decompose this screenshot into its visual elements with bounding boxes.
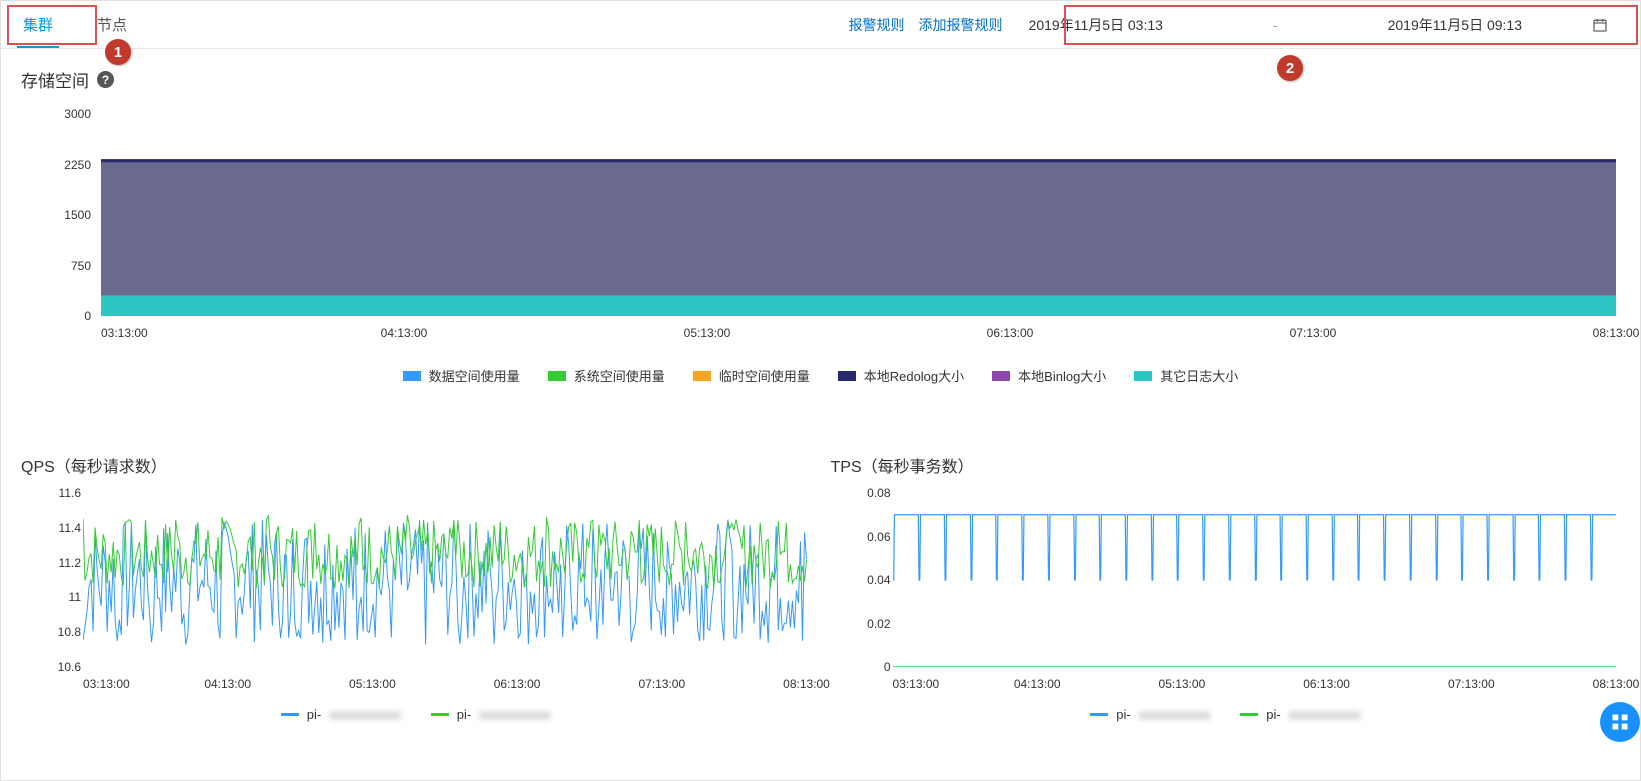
date-dash: - xyxy=(1273,17,1278,33)
help-icon[interactable]: ? xyxy=(97,71,114,88)
storage-legend: 数据空间使用量 系统空间使用量 临时空间使用量 本地Redolog大小 本地Binlog… xyxy=(21,366,1620,385)
qps-axes: 10.610.81111.211.411.603:13:0004:13:0005… xyxy=(83,493,807,667)
date-to: 2019年11月5日 09:13 xyxy=(1388,15,1522,35)
qps-legend: pi-xxxxxxxxxxx pi-xxxxxxxxxxx xyxy=(21,707,811,722)
qps-title: QPS（每秒请求数） xyxy=(21,453,811,477)
tps-title: TPS（每秒事务数） xyxy=(831,453,1621,477)
storage-title-row: 存储空间 ? xyxy=(21,67,1620,92)
storage-legend-item[interactable]: 临时空间使用量 xyxy=(693,366,810,385)
date-range-picker[interactable]: 2019年11月5日 03:13 - 2019年11月5日 09:13 xyxy=(1017,10,1620,40)
storage-title: 存储空间 xyxy=(21,67,89,92)
date-from: 2019年11月5日 03:13 xyxy=(1029,15,1163,35)
annotation-badge-2: 2 xyxy=(1277,55,1303,81)
grid-icon xyxy=(1610,712,1630,732)
storage-chart: 075015002250300003:13:0004:13:0005:13:00… xyxy=(21,100,1620,360)
storage-legend-item[interactable]: 其它日志大小 xyxy=(1134,366,1238,385)
qps-chart: QPS（每秒请求数） 10.610.81111.211.411.603:13:0… xyxy=(21,453,811,722)
tps-legend: pi-xxxxxxxxxxx pi-xxxxxxxxxxx xyxy=(831,707,1621,722)
content: 存储空间 ? 075015002250300003:13:0004:13:000… xyxy=(1,49,1640,722)
storage-axes: 075015002250300003:13:0004:13:0005:13:00… xyxy=(101,114,1616,316)
storage-legend-item[interactable]: 本地Redolog大小 xyxy=(838,366,964,385)
storage-legend-item[interactable]: 数据空间使用量 xyxy=(403,366,520,385)
top-links: 报警规则 添加报警规则 2019年11月5日 03:13 - 2019年11月5… xyxy=(849,10,1640,40)
tps-legend-a[interactable]: pi-xxxxxxxxxxx xyxy=(1090,707,1210,722)
tabs: 集群 节点 xyxy=(1,1,149,48)
fab-button[interactable] xyxy=(1600,702,1640,742)
tps-legend-b[interactable]: pi-xxxxxxxxxxx xyxy=(1240,707,1360,722)
calendar-icon xyxy=(1592,17,1608,33)
tab-cluster[interactable]: 集群 xyxy=(1,1,75,48)
annotation-badge-1: 1 xyxy=(105,39,131,65)
tps-chart: TPS（每秒事务数） 00.020.040.060.0803:13:0004:1… xyxy=(831,453,1621,722)
storage-legend-item[interactable]: 系统空间使用量 xyxy=(548,366,665,385)
topbar: 集群 节点 报警规则 添加报警规则 2019年11月5日 03:13 - 201… xyxy=(1,1,1640,49)
link-add-alarm-rule[interactable]: 添加报警规则 xyxy=(919,15,1003,35)
qps-legend-a[interactable]: pi-xxxxxxxxxxx xyxy=(281,707,401,722)
tps-axes: 00.020.040.060.0803:13:0004:13:0005:13:0… xyxy=(893,493,1617,667)
storage-legend-item[interactable]: 本地Binlog大小 xyxy=(992,366,1106,385)
link-alarm-rules[interactable]: 报警规则 xyxy=(849,15,905,35)
qps-legend-b[interactable]: pi-xxxxxxxxxxx xyxy=(431,707,551,722)
row-qps-tps: QPS（每秒请求数） 10.610.81111.211.411.603:13:0… xyxy=(21,453,1620,722)
